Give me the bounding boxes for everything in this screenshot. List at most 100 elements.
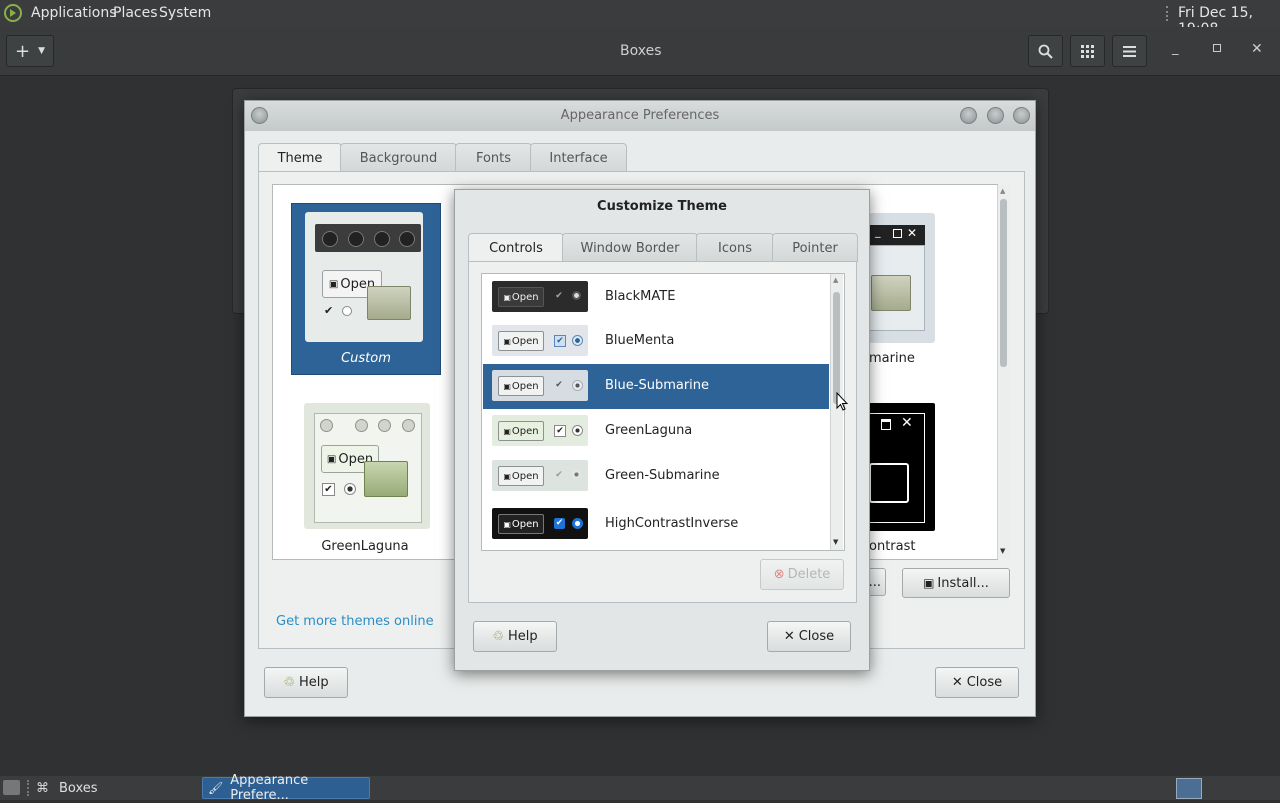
tab-interface[interactable]: Interface bbox=[530, 143, 627, 172]
control-preview: ▣ Open ✔ bbox=[492, 460, 588, 491]
search-button[interactable] bbox=[1028, 35, 1063, 67]
mini-radio-icon bbox=[572, 335, 583, 346]
scroll-thumb[interactable] bbox=[833, 292, 840, 404]
maximize-icon[interactable] bbox=[1213, 44, 1221, 52]
taskbar-item-boxes[interactable]: ⌘ Boxes bbox=[36, 777, 196, 799]
mini-folder-icon: ▣ bbox=[503, 336, 511, 346]
theme-preview: ▣ Open ✔ bbox=[304, 403, 430, 529]
minimize-icon[interactable]: _ bbox=[1172, 41, 1179, 56]
mini-check-icon: ✔ bbox=[554, 425, 566, 437]
list-item[interactable]: ▣ Open ✔ BlueMenta bbox=[483, 319, 829, 364]
customize-close-button[interactable]: ✕ Close bbox=[767, 621, 851, 652]
workspace-switcher-icon[interactable] bbox=[1176, 778, 1202, 799]
theme-item-greenlaguna[interactable]: ▣ Open ✔ GreenLaguna bbox=[291, 395, 439, 555]
taskbar: ⌘ Boxes 🖌 Appearance Prefere... bbox=[0, 773, 1280, 803]
preview-button-icon bbox=[320, 419, 333, 432]
preview-radio-icon bbox=[344, 483, 356, 495]
mini-check-icon: ✔ bbox=[554, 335, 566, 347]
appearance-minimize-icon[interactable] bbox=[960, 107, 977, 124]
taskbar-item-label: Boxes bbox=[59, 780, 98, 796]
top-panel: Applications Places System Fri Dec 15, 1… bbox=[0, 0, 1280, 37]
tab-background[interactable]: Background bbox=[340, 143, 457, 172]
preview-button-icon bbox=[402, 419, 415, 432]
tab-pointer[interactable]: Pointer bbox=[772, 233, 858, 262]
mini-folder-icon: ▣ bbox=[503, 471, 511, 481]
grid-view-button[interactable] bbox=[1070, 35, 1105, 67]
preview-minimize-icon: _ bbox=[875, 225, 881, 238]
list-item[interactable]: ▣ Open ✔ HighContrastInverse bbox=[483, 500, 829, 548]
theme-label: Custom bbox=[341, 351, 391, 366]
appearance-help-button[interactable]: ♲ Help bbox=[264, 667, 348, 698]
appearance-close-icon[interactable] bbox=[1013, 107, 1030, 124]
delete-icon: ⊗ bbox=[773, 567, 785, 582]
boxes-icon: ⌘ bbox=[36, 780, 49, 796]
tab-fonts[interactable]: Fonts bbox=[455, 143, 532, 172]
customize-help-button[interactable]: ♲ Help bbox=[473, 621, 557, 652]
scroll-up-icon[interactable]: ▲ bbox=[1000, 187, 1005, 195]
list-item[interactable]: ▣ Open ✔ Green-Submarine bbox=[483, 454, 829, 499]
list-item-selected[interactable]: ▣ Open ✔ Blue-Submarine bbox=[483, 364, 829, 409]
menu-system[interactable]: System bbox=[159, 5, 211, 21]
item-name: BlackMATE bbox=[605, 289, 676, 304]
scroll-down-icon[interactable]: ▼ bbox=[833, 538, 838, 546]
controls-list-scrollbar[interactable]: ▲ ▼ bbox=[830, 274, 843, 550]
mate-logo-icon[interactable] bbox=[4, 4, 22, 22]
mini-folder-icon: ▣ bbox=[503, 292, 511, 302]
theme-grid-scrollbar[interactable]: ▲ ▼ bbox=[997, 185, 1010, 559]
search-icon bbox=[1038, 44, 1053, 59]
scroll-down-icon[interactable]: ▼ bbox=[1000, 547, 1005, 555]
install-button-label: Install... bbox=[937, 575, 989, 591]
mini-open-button: ▣ Open bbox=[498, 466, 544, 486]
mini-folder-icon: ▣ bbox=[503, 519, 511, 529]
mini-radio-icon bbox=[572, 425, 583, 436]
item-name: Blue-Submarine bbox=[605, 378, 710, 393]
mini-radio-icon bbox=[572, 291, 581, 300]
close-icon: ✕ bbox=[783, 629, 795, 644]
scroll-up-icon[interactable]: ▲ bbox=[833, 276, 838, 284]
preview-close-icon: ✕ bbox=[907, 226, 918, 240]
theme-label: ontrast bbox=[869, 539, 916, 554]
tab-window-border[interactable]: Window Border bbox=[562, 233, 698, 262]
appearance-maximize-icon[interactable] bbox=[987, 107, 1004, 124]
tab-icons[interactable]: Icons bbox=[696, 233, 774, 262]
theme-item-custom[interactable]: ▣ Open ✔ Custom bbox=[291, 203, 441, 375]
folder-icon: ▣ bbox=[923, 576, 935, 590]
preview-close-icon: ✕ bbox=[901, 415, 913, 431]
theme-item-blue-submarine-partial[interactable]: _ ✕ marine bbox=[869, 213, 939, 373]
theme-item-highcontrast-partial[interactable]: ✕ ontrast bbox=[869, 403, 939, 563]
mini-check-icon: ✔ bbox=[555, 291, 563, 301]
preview-button-icon bbox=[348, 231, 364, 247]
help-icon: ♲ bbox=[283, 675, 295, 690]
control-preview: ▣ Open ✔ bbox=[492, 415, 588, 446]
taskbar-separator bbox=[27, 780, 29, 796]
new-machine-button[interactable]: + ▼ bbox=[6, 35, 54, 67]
appearance-titlebar[interactable]: Appearance Preferences bbox=[245, 101, 1035, 131]
preview-folder-icon bbox=[364, 461, 408, 497]
appearance-close-button[interactable]: ✕ Close bbox=[935, 667, 1019, 698]
tab-controls[interactable]: Controls bbox=[468, 233, 564, 262]
theme-preview: ▣ Open ✔ bbox=[305, 212, 423, 342]
boxes-header-bar: + ▼ Boxes _ ✕ bbox=[0, 27, 1280, 76]
get-more-themes-link[interactable]: Get more themes online bbox=[276, 614, 434, 629]
menu-applications[interactable]: Applications bbox=[31, 5, 117, 21]
preview-check-icon: ✔ bbox=[322, 483, 335, 496]
preview-folder-icon: ▣ bbox=[328, 278, 339, 290]
list-item[interactable]: ▣ Open ✔ GreenLaguna bbox=[483, 409, 829, 454]
close-window-icon[interactable]: ✕ bbox=[1251, 41, 1263, 57]
menu-button[interactable] bbox=[1112, 35, 1147, 67]
close-icon: ✕ bbox=[951, 675, 963, 690]
tab-theme[interactable]: Theme bbox=[258, 143, 342, 172]
theme-label: GreenLaguna bbox=[321, 539, 409, 554]
mini-open-label: Open bbox=[511, 425, 539, 437]
install-button[interactable]: ▣ Install... bbox=[902, 568, 1010, 598]
scroll-thumb[interactable] bbox=[1000, 199, 1007, 367]
delete-button[interactable]: ⊗ Delete bbox=[760, 559, 844, 590]
preview-folder-icon bbox=[367, 286, 411, 320]
taskbar-item-appearance[interactable]: 🖌 Appearance Prefere... bbox=[202, 773, 370, 803]
mini-open-label: Open bbox=[511, 335, 539, 347]
control-preview: ▣ Open ✔ bbox=[492, 508, 588, 539]
control-preview: ▣ Open ✔ bbox=[492, 325, 588, 356]
list-item[interactable]: ▣ Open ✔ BlackMATE bbox=[483, 275, 829, 320]
show-desktop-icon[interactable] bbox=[3, 780, 20, 795]
menu-places[interactable]: Places bbox=[113, 5, 158, 21]
